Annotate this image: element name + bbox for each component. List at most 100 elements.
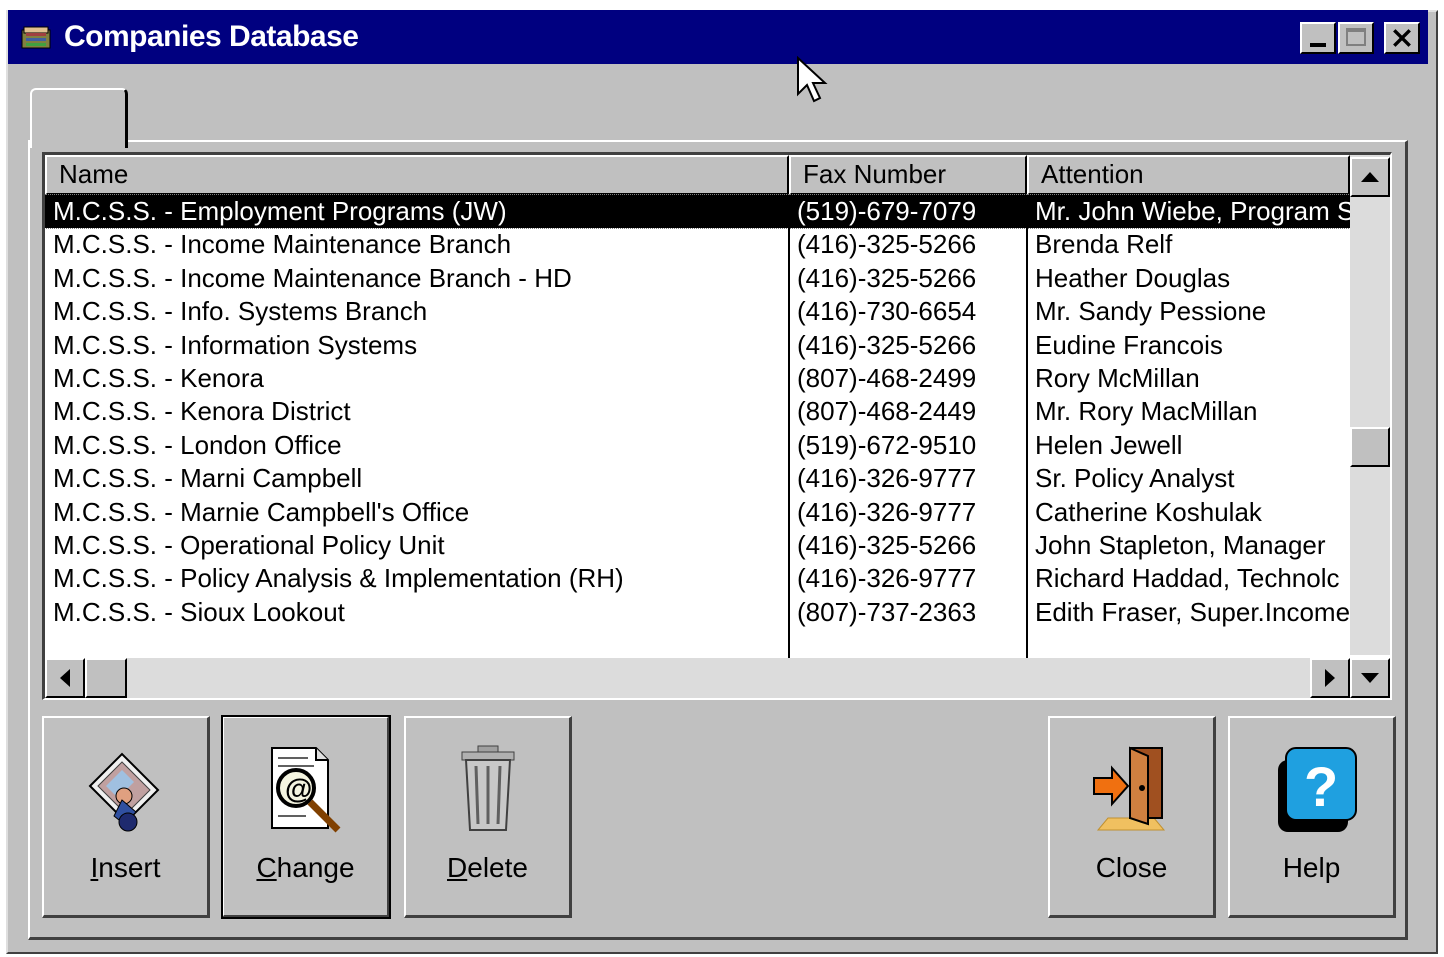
database-app-icon — [21, 26, 51, 49]
scroll-right-button[interactable] — [1310, 658, 1350, 698]
table-row[interactable]: M.C.S.S. - Operational Policy Unit (416)-… — [45, 529, 1350, 562]
cell-attention: Mr. Rory MacMillan — [1035, 396, 1258, 427]
cell-name: M.C.S.S. - Sioux Lookout — [53, 596, 345, 627]
arrow-up-icon — [1361, 172, 1379, 182]
column-header-attention[interactable]: Attention — [1027, 155, 1350, 195]
cell-name: M.C.S.S. - Kenora District — [53, 396, 351, 427]
cell-fax-number: (416)-326-9777 — [797, 563, 977, 594]
help-button[interactable]: ? Help — [1228, 716, 1396, 918]
minimize-icon — [1310, 43, 1326, 47]
cell-attention: Helen Jewell — [1035, 429, 1183, 460]
insert-button[interactable]: Insert — [42, 716, 210, 918]
help-question-icon: ? — [1278, 747, 1357, 832]
list-rows: M.C.S.S. - Employment Programs (JW) (519)… — [45, 194, 1351, 655]
vertical-scrollbar[interactable] — [1350, 155, 1390, 655]
cell-fax-number: (807)-468-2499 — [797, 363, 977, 393]
scroll-down-corner[interactable] — [1350, 658, 1390, 698]
delete-button[interactable]: Delete — [404, 716, 572, 918]
close-label: Close — [1095, 852, 1168, 883]
cell-fax-number: (807)-468-2449 — [797, 396, 977, 427]
cell-name: M.C.S.S. - Info. Systems Branch — [53, 296, 428, 327]
cell-attention: Rory McMillan — [1035, 363, 1200, 393]
cell-attention: Catherine Koshulak — [1035, 496, 1262, 527]
table-row[interactable]: M.C.S.S. - Sioux Lookout (807)-737-2363 Ed… — [45, 596, 1350, 629]
cell-name: M.C.S.S. - Marni Campbell — [53, 463, 363, 494]
tab-main[interactable] — [30, 88, 128, 148]
cell-name: M.C.S.S. - Employment Programs (JW) — [53, 196, 507, 226]
cell-fax-number: (416)-325-5266 — [797, 329, 977, 360]
cell-name: M.C.S.S. - London Office — [53, 429, 342, 460]
help-label: Help — [1282, 852, 1341, 883]
table-row[interactable]: M.C.S.S. - Income Maintenance Branch (416… — [45, 228, 1350, 261]
title-bar[interactable]: Companies Database — [8, 10, 1428, 64]
cell-fax-number: (807)-737-2363 — [797, 596, 977, 627]
table-row[interactable]: M.C.S.S. - Kenora District (807)-468-2449… — [45, 395, 1350, 428]
insert-label: Insert — [90, 852, 161, 883]
close-window-button[interactable] — [1384, 22, 1420, 54]
cell-attention: John Stapleton, Manager — [1035, 530, 1326, 560]
cell-attention: Richard Haddad, Technolc — [1035, 563, 1340, 594]
maximize-icon — [1346, 28, 1366, 46]
companies-list[interactable]: Name Fax Number Attention M.C.S.S. - Emp… — [42, 152, 1392, 700]
arrow-left-icon — [60, 669, 70, 687]
cell-fax-number: (416)-325-5266 — [797, 229, 977, 260]
cell-name: M.C.S.S. - Operational Policy Unit — [53, 530, 445, 560]
column-header-fax-number[interactable]: Fax Number — [789, 155, 1027, 195]
vertical-scroll-thumb[interactable] — [1350, 426, 1390, 467]
table-row[interactable]: M.C.S.S. - Employment Programs (JW) (519)… — [45, 194, 1351, 229]
cell-fax-number: (416)-326-9777 — [797, 496, 977, 527]
cell-fax-number: (416)-325-5266 — [797, 530, 977, 560]
insert-card-icon — [88, 752, 160, 832]
change-label: Change — [256, 852, 355, 883]
table-row[interactable]: M.C.S.S. - Policy Analysis & Implementat… — [45, 562, 1350, 595]
table-row[interactable]: M.C.S.S. - London Office (519)-672-9510 He… — [45, 429, 1350, 462]
delete-label: Delete — [447, 852, 528, 883]
svg-text:?: ? — [1304, 755, 1338, 818]
cell-attention: Brenda Relf — [1035, 229, 1173, 260]
cell-name: M.C.S.S. - Income Maintenance Branch — [53, 229, 512, 260]
mouse-pointer-icon — [797, 56, 828, 103]
cell-name: M.C.S.S. - Kenora — [53, 363, 264, 393]
close-button[interactable]: Close — [1048, 716, 1216, 918]
cell-name: M.C.S.S. - Policy Analysis & Implementat… — [53, 563, 624, 594]
column-divider — [1026, 195, 1028, 658]
cell-fax-number: (416)-730-6654 — [797, 296, 977, 327]
cell-name: M.C.S.S. - Income Maintenance Branch - H… — [53, 262, 572, 293]
arrow-down-icon — [1361, 673, 1379, 683]
cell-fax-number: (519)-672-9510 — [797, 429, 977, 460]
arrow-right-icon — [1325, 669, 1335, 687]
cell-attention: Mr. Sandy Pessione — [1035, 296, 1267, 327]
table-row[interactable]: M.C.S.S. - Information Systems (416)-325-… — [45, 329, 1350, 362]
cell-fax-number: (519)-679-7079 — [797, 196, 977, 226]
cell-name: M.C.S.S. - Marnie Campbell's Office — [53, 496, 470, 527]
change-magnifier-icon: @ — [271, 747, 341, 833]
horizontal-scrollbar[interactable] — [45, 658, 1350, 698]
column-divider — [788, 195, 790, 658]
table-row[interactable]: M.C.S.S. - Marnie Campbell's Office (416)… — [45, 496, 1350, 529]
exit-door-icon — [1093, 746, 1166, 831]
scroll-up-button[interactable] — [1350, 157, 1390, 197]
cell-name: M.C.S.S. - Information Systems — [53, 329, 418, 360]
close-icon — [1393, 29, 1411, 47]
table-row[interactable]: M.C.S.S. - Marni Campbell (416)-326-9777 S… — [45, 462, 1350, 495]
change-button[interactable]: @ Change — [221, 715, 391, 919]
table-row[interactable]: M.C.S.S. - Info. Systems Branch (416)-730… — [45, 295, 1350, 328]
table-row[interactable]: M.C.S.S. - Income Maintenance Branch - H… — [45, 262, 1350, 295]
svg-text:@: @ — [285, 773, 312, 804]
cell-attention: Eudine Francois — [1035, 329, 1223, 360]
scroll-left-button[interactable] — [45, 658, 85, 698]
horizontal-scroll-thumb[interactable] — [85, 658, 127, 698]
minimize-button[interactable] — [1300, 22, 1336, 54]
cell-fax-number: (416)-326-9777 — [797, 463, 977, 494]
cell-attention: Mr. John Wiebe, Program S — [1035, 196, 1350, 226]
scroll-down-button[interactable] — [1350, 658, 1390, 698]
window-title: Companies Database — [64, 20, 359, 53]
cell-attention: Sr. Policy Analyst — [1035, 463, 1235, 494]
cell-attention: Edith Fraser, Super.Income — [1035, 596, 1350, 627]
table-row[interactable]: M.C.S.S. - Kenora (807)-468-2499 Rory McMi… — [45, 362, 1350, 395]
cell-attention: Heather Douglas — [1035, 262, 1231, 293]
maximize-button[interactable] — [1338, 22, 1374, 54]
trash-can-icon — [461, 745, 515, 831]
cell-fax-number: (416)-325-5266 — [797, 262, 977, 293]
column-header-name[interactable]: Name — [45, 155, 789, 195]
